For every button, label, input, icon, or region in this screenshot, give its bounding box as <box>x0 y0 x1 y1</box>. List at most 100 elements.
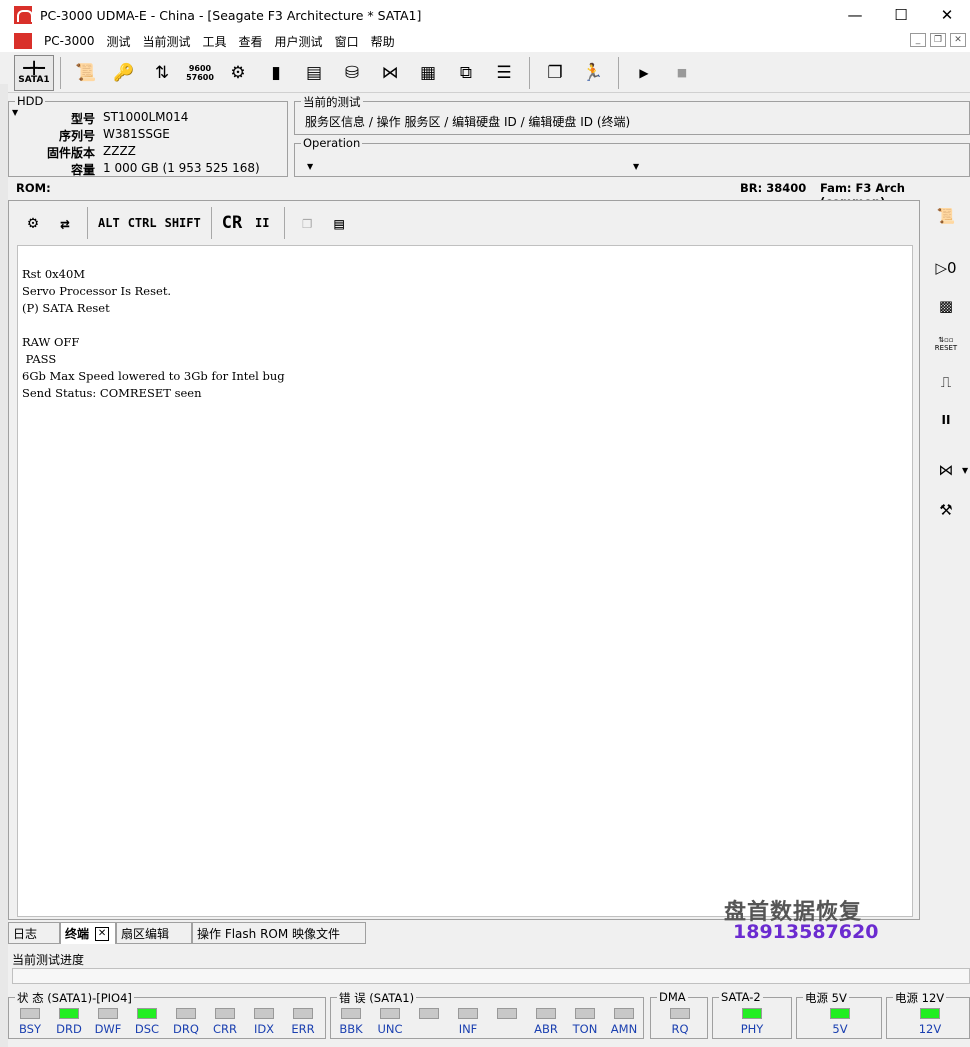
board-icon[interactable]: ▤ <box>298 57 330 89</box>
menu-view[interactable]: 查看 <box>239 33 263 50</box>
gears-icon[interactable]: ⚙ <box>222 57 254 89</box>
sata2-group: SATA-2 PHY <box>712 990 792 1039</box>
network-transfer-icon[interactable]: ⇅ <box>146 57 178 89</box>
menu-help[interactable]: 帮助 <box>371 33 395 50</box>
maximize-button[interactable]: ☐ <box>878 0 924 30</box>
hdd-key: 固件版本 <box>46 146 95 160</box>
led-dsc: DSC <box>130 1008 164 1038</box>
pause-button[interactable]: II <box>246 208 278 238</box>
scroll-doc-icon[interactable]: 📜 <box>928 204 964 228</box>
menu-bar: PC-3000 测试 当前测试 工具 查看 用户测试 窗口 帮助 <box>0 30 970 52</box>
current-test-group: 当前的测试 服务区信息 / 操作 服务区 / 编辑硬盘 ID / 编辑硬盘 ID… <box>294 94 970 135</box>
mdi-close-icon[interactable]: ✕ <box>950 33 966 47</box>
list-icon[interactable]: ☰ <box>488 57 520 89</box>
disk-icon[interactable]: ⛁ <box>336 57 368 89</box>
tab-log[interactable]: 日志 <box>8 922 60 944</box>
led-bsy: BSY <box>13 1008 47 1038</box>
power-zero-icon[interactable]: ▷0 <box>928 256 964 280</box>
key-icon[interactable]: 🔑 <box>108 57 140 89</box>
led-dwf: DWF <box>91 1008 125 1038</box>
run-man-icon[interactable]: 🏃 <box>577 57 609 89</box>
windows-icon[interactable]: ❐ <box>539 57 571 89</box>
cr-key-button[interactable]: CR <box>218 208 246 238</box>
signal-wave-icon[interactable]: ⎍ <box>928 370 964 394</box>
reset-button[interactable]: ⇅▫▫ RESET <box>928 332 964 356</box>
left-edge <box>0 84 8 1047</box>
tree-icon[interactable]: ⧉ <box>450 57 482 89</box>
led-label: DWF <box>94 1022 122 1036</box>
terminal-output[interactable]: Rst 0x40M Servo Processor Is Reset. (P) … <box>17 245 913 917</box>
chip-icon[interactable]: ▮ <box>260 57 292 89</box>
led-drd: DRD <box>52 1008 86 1038</box>
tab-terminal-label: 终端 <box>65 927 90 941</box>
led-indicator <box>419 1008 439 1019</box>
mdi-child-icon[interactable] <box>14 33 32 49</box>
mdi-minimize-icon[interactable]: _ <box>910 33 926 47</box>
baud-top: 9600 <box>188 63 212 73</box>
status-group-title: 状 态 (SATA1)-[PIO4] <box>15 990 134 1006</box>
toolbar-separator <box>210 207 212 239</box>
hdd-capacity-row: 容量 1 000 GB (1 953 525 168) <box>9 161 260 178</box>
menu-pc3000[interactable]: PC-3000 <box>44 34 94 48</box>
minimize-button[interactable]: — <box>832 0 878 30</box>
stop-icon[interactable]: ■ <box>666 57 698 89</box>
toolbar-separator <box>87 207 88 239</box>
menu-window[interactable]: 窗口 <box>335 33 359 50</box>
tools-icon[interactable]: ⚒ <box>928 498 964 522</box>
ctrl-key-button[interactable]: CTRL <box>124 208 161 238</box>
terminal-panel: ⚙ ⇄ ALT CTRL SHIFT CR II ❐ ▤ Rst 0x40M S… <box>8 200 920 920</box>
menu-user-test[interactable]: 用户测试 <box>275 33 323 50</box>
mdi-controls: _ ❐ ✕ <box>910 33 966 47</box>
led-crr: CRR <box>208 1008 242 1038</box>
menu-test[interactable]: 测试 <box>106 33 130 50</box>
hdd-value: 1 000 GB (1 953 525 168) <box>103 161 260 175</box>
error-group: 错 误 (SATA1) BBK UNC INF ABR TON AMN <box>330 990 644 1039</box>
operation-dropdown-left-icon[interactable]: ▼ <box>307 162 313 171</box>
led-idx: IDX <box>247 1008 281 1038</box>
terminal-settings-icon[interactable]: ⚙ <box>17 208 49 238</box>
led-label: BBK <box>339 1022 363 1036</box>
close-tab-icon[interactable]: ✕ <box>95 926 110 941</box>
shift-key-button[interactable]: SHIFT <box>161 208 205 238</box>
hdd-group-title: HDD <box>15 94 46 108</box>
led-abr: ABR <box>529 1008 563 1038</box>
sata-port-button[interactable]: ━╋━ SATA1 <box>14 54 54 91</box>
heads-dropdown-icon[interactable]: ▼ <box>962 466 968 475</box>
hdd-serial-row: 序列号 W381SSGE <box>9 127 170 144</box>
progress-label: 当前测试进度 <box>12 953 85 967</box>
heads-icon[interactable]: ⋈ <box>374 57 406 89</box>
mdi-restore-icon[interactable]: ❐ <box>930 33 946 47</box>
board-chip-icon[interactable]: ▩ <box>928 294 964 318</box>
tab-terminal[interactable]: 终端 ✕ <box>60 922 116 944</box>
power5-group-title: 电源 5V <box>803 990 849 1006</box>
main-toolbar: ━╋━ SATA1 📜 🔑 ⇅ 9600 57600 ⚙ ▮ ▤ ⛁ ⋈ ▦ ⧉… <box>8 53 970 93</box>
play-icon[interactable]: ▶ <box>628 57 660 89</box>
led-indicator <box>670 1008 690 1019</box>
save-log-icon[interactable]: ▤ <box>323 208 355 238</box>
hdd-key: 容量 <box>70 163 95 177</box>
power12-group: 电源 12V 12V <box>886 990 970 1039</box>
led-indicator <box>920 1008 940 1019</box>
dma-group: DMA RQ <box>650 990 708 1039</box>
scroll-log-icon[interactable]: 📜 <box>70 57 102 89</box>
led-bbk: BBK <box>334 1008 368 1038</box>
power5-group: 电源 5V 5V <box>796 990 882 1039</box>
led-indicator <box>536 1008 556 1019</box>
alt-key-button[interactable]: ALT <box>94 208 124 238</box>
tab-sector-editor[interactable]: 扇区编辑 <box>116 922 192 944</box>
menu-tools[interactable]: 工具 <box>203 33 227 50</box>
close-button[interactable]: ✕ <box>924 0 970 30</box>
led-label: TON <box>572 1022 598 1036</box>
hdd-key: 序列号 <box>58 129 95 143</box>
side-pause-button[interactable]: II <box>928 408 964 432</box>
operation-dropdown-right-icon[interactable]: ▼ <box>633 162 639 171</box>
led-label: ABR <box>534 1022 558 1036</box>
grid-icon[interactable]: ▦ <box>412 57 444 89</box>
bottom-tabs: 日志 终端 ✕ 扇区编辑 操作 Flash ROM 映像文件 <box>8 922 970 944</box>
tab-flash-rom[interactable]: 操作 Flash ROM 映像文件 <box>192 922 366 944</box>
copy-icon[interactable]: ❐ <box>291 208 323 238</box>
heads-arrow-icon[interactable]: ⋈ <box>928 458 964 482</box>
baud-rate-button[interactable]: 9600 57600 <box>184 57 216 89</box>
menu-current-test[interactable]: 当前测试 <box>143 33 191 50</box>
terminal-connect-icon[interactable]: ⇄ <box>49 208 81 238</box>
